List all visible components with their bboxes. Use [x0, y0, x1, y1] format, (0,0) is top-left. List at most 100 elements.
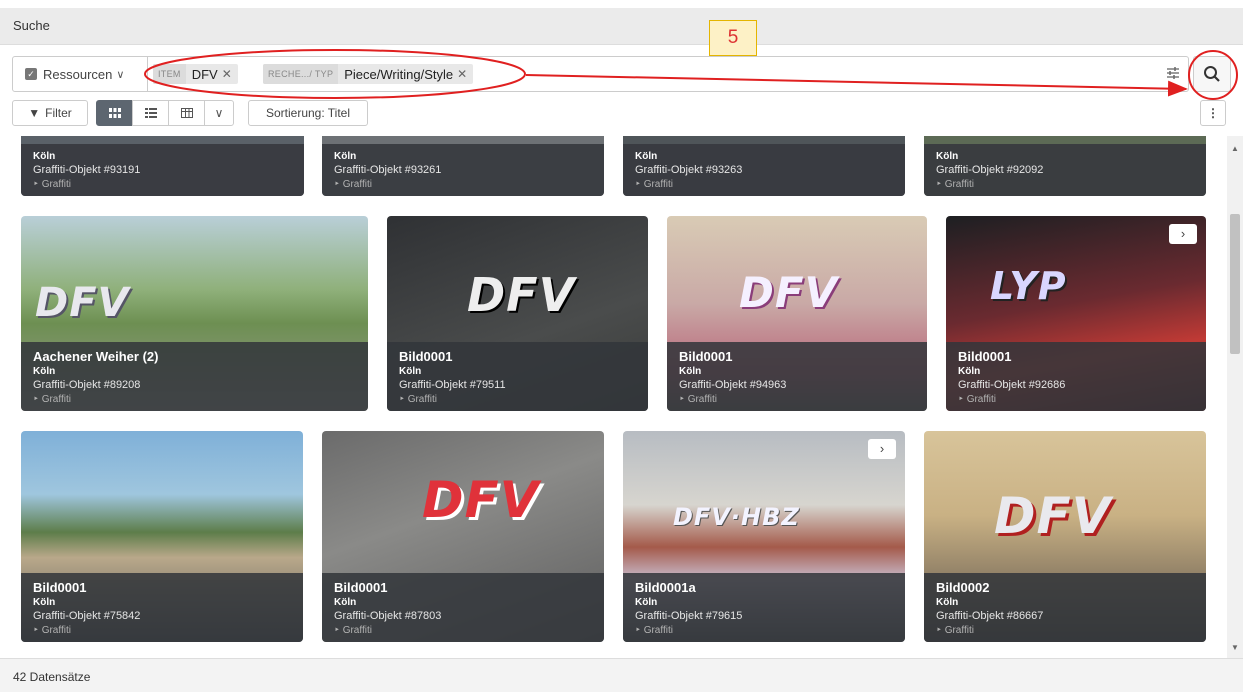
- grid-view-button[interactable]: [96, 100, 133, 126]
- card-thumbnail-graffiti: DFV: [994, 487, 1112, 545]
- card-next-button[interactable]: ›: [868, 439, 896, 459]
- search-row: ✓ Ressourcen ∨ ITEM DFV ✕ RECHE.../ TYP …: [12, 56, 1239, 92]
- card-title: Bild0001: [33, 580, 87, 595]
- chip-key: ITEM: [153, 64, 186, 84]
- card-thumbnail-graffiti: DFV: [467, 268, 576, 322]
- card-object: Graffiti-Objekt #92686: [958, 379, 1066, 391]
- checkbox-icon: ✓: [25, 68, 37, 80]
- result-card[interactable]: Köln Graffiti-Objekt #93191 ‣ Graffiti: [21, 136, 304, 196]
- scrollbar-thumb[interactable]: [1230, 214, 1240, 354]
- window-titlebar: Suche: [0, 8, 1243, 45]
- resource-select-label: Ressourcen: [43, 66, 113, 82]
- card-object: Graffiti-Objekt #94963: [679, 379, 787, 391]
- card-city: Köln: [936, 597, 959, 608]
- search-input[interactable]: ✓ Ressourcen ∨ ITEM DFV ✕ RECHE.../ TYP …: [12, 56, 1189, 92]
- results-scrollbar[interactable]: ▲ ▼: [1227, 136, 1243, 658]
- result-card[interactable]: DFV Bild0001 Köln Graffiti-Objekt #87803…: [322, 431, 604, 642]
- table-icon: [180, 108, 193, 118]
- card-title: Bild0001: [399, 349, 453, 364]
- sort-button[interactable]: Sortierung: Titel: [248, 100, 368, 126]
- scroll-up-icon[interactable]: ▲: [1231, 144, 1239, 153]
- card-title: Bild0002: [936, 580, 990, 595]
- card-object: Graffiti-Objekt #93261: [334, 164, 442, 176]
- card-category: ‣ Graffiti: [958, 394, 996, 405]
- card-city: Köln: [334, 597, 357, 608]
- search-button[interactable]: [1193, 56, 1231, 92]
- card-category: ‣ Graffiti: [936, 625, 974, 636]
- more-menu-button[interactable]: ⋮: [1200, 100, 1226, 126]
- card-category: ‣ Graffiti: [33, 394, 71, 405]
- card-object: Graffiti-Objekt #93263: [635, 164, 743, 176]
- view-mode-group: ∨: [96, 100, 234, 126]
- result-card[interactable]: Köln Graffiti-Objekt #93261 ‣ Graffiti: [322, 136, 604, 196]
- filter-icon: ▼: [28, 106, 41, 120]
- result-card[interactable]: Köln Graffiti-Objekt #92092 ‣ Graffiti: [924, 136, 1206, 196]
- card-category: ‣ Graffiti: [33, 179, 71, 190]
- card-object: Graffiti-Objekt #87803: [334, 610, 442, 622]
- result-card[interactable]: DFV·HBZ › Bild0001a Köln Graffiti-Objekt…: [623, 431, 905, 642]
- chip-remove-icon[interactable]: ✕: [222, 67, 238, 81]
- results-grid: Köln Graffiti-Objekt #93191 ‣ Graffiti K…: [0, 136, 1227, 658]
- chip-remove-icon[interactable]: ✕: [457, 67, 473, 81]
- filter-button[interactable]: ▼ Filter: [12, 100, 88, 126]
- grid-icon: [108, 108, 121, 118]
- card-category: ‣ Graffiti: [635, 625, 673, 636]
- results-toolbar: ▼ Filter ∨ Sortierung: Titel ⋮: [12, 100, 1239, 126]
- card-title: Aachener Weiher (2): [33, 349, 159, 364]
- sort-label: Sortierung: Titel: [265, 106, 351, 120]
- search-icon: [1204, 66, 1220, 82]
- chip-value: DFV: [191, 66, 218, 82]
- card-city: Köln: [33, 366, 56, 377]
- card-city: Köln: [33, 151, 56, 162]
- card-thumbnail-graffiti: DFV·HBZ: [673, 503, 800, 531]
- status-bar: 42 Datensätze: [0, 658, 1243, 692]
- record-count: 42 Datensätze: [13, 670, 91, 684]
- filter-label: Filter: [45, 106, 72, 120]
- chevron-down-icon: ∨: [116, 68, 125, 81]
- view-options-button[interactable]: ∨: [204, 100, 234, 126]
- card-category: ‣ Graffiti: [635, 179, 673, 190]
- card-thumbnail-graffiti: DFV: [422, 471, 540, 529]
- result-card[interactable]: DFV Bild0001 Köln Graffiti-Objekt #94963…: [667, 216, 927, 411]
- sliders-icon[interactable]: [1165, 65, 1181, 81]
- kebab-menu-icon: ⋮: [1207, 106, 1219, 120]
- card-thumbnail-graffiti: DFV: [35, 280, 130, 326]
- card-city: Köln: [679, 366, 702, 377]
- card-next-button[interactable]: ›: [1169, 224, 1197, 244]
- card-object: Graffiti-Objekt #75842: [33, 610, 141, 622]
- card-title: Bild0001: [958, 349, 1012, 364]
- card-title: Bild0001a: [635, 580, 696, 595]
- scroll-down-icon[interactable]: ▼: [1231, 643, 1239, 652]
- result-card[interactable]: DFV Aachener Weiher (2) Köln Graffiti-Ob…: [21, 216, 368, 411]
- result-card[interactable]: Köln Graffiti-Objekt #93263 ‣ Graffiti: [623, 136, 905, 196]
- card-thumbnail-graffiti: DFV: [739, 268, 839, 317]
- table-view-button[interactable]: [168, 100, 205, 126]
- result-card[interactable]: DFV Bild0002 Köln Graffiti-Objekt #86667…: [924, 431, 1206, 642]
- card-city: Köln: [635, 597, 658, 608]
- card-category: ‣ Graffiti: [33, 625, 71, 636]
- filter-chip-item[interactable]: ITEM DFV ✕: [153, 64, 238, 84]
- card-city: Köln: [936, 151, 959, 162]
- result-card[interactable]: LYP › Bild0001 Köln Graffiti-Objekt #926…: [946, 216, 1206, 411]
- card-category: ‣ Graffiti: [334, 625, 372, 636]
- card-city: Köln: [334, 151, 357, 162]
- resource-select[interactable]: ✓ Ressourcen ∨: [13, 57, 148, 91]
- chip-value: Piece/Writing/Style: [344, 66, 454, 82]
- card-object: Graffiti-Objekt #89208: [33, 379, 141, 391]
- card-category: ‣ Graffiti: [679, 394, 717, 405]
- card-object: Graffiti-Objekt #86667: [936, 610, 1044, 622]
- filter-chip-type[interactable]: RECHE.../ TYP Piece/Writing/Style ✕: [263, 64, 474, 84]
- annotation-step-number: 5: [709, 20, 757, 56]
- card-category: ‣ Graffiti: [936, 179, 974, 190]
- list-view-button[interactable]: [132, 100, 169, 126]
- card-title: Bild0001: [334, 580, 388, 595]
- card-category: ‣ Graffiti: [399, 394, 437, 405]
- result-card[interactable]: Bild0001 Köln Graffiti-Objekt #75842 ‣ G…: [21, 431, 303, 642]
- card-city: Köln: [635, 151, 658, 162]
- card-object: Graffiti-Objekt #79615: [635, 610, 743, 622]
- card-object: Graffiti-Objekt #92092: [936, 164, 1044, 176]
- card-object: Graffiti-Objekt #79511: [399, 379, 506, 391]
- list-icon: [144, 108, 157, 118]
- card-object: Graffiti-Objekt #93191: [33, 164, 141, 176]
- result-card[interactable]: DFV Bild0001 Köln Graffiti-Objekt #79511…: [387, 216, 648, 411]
